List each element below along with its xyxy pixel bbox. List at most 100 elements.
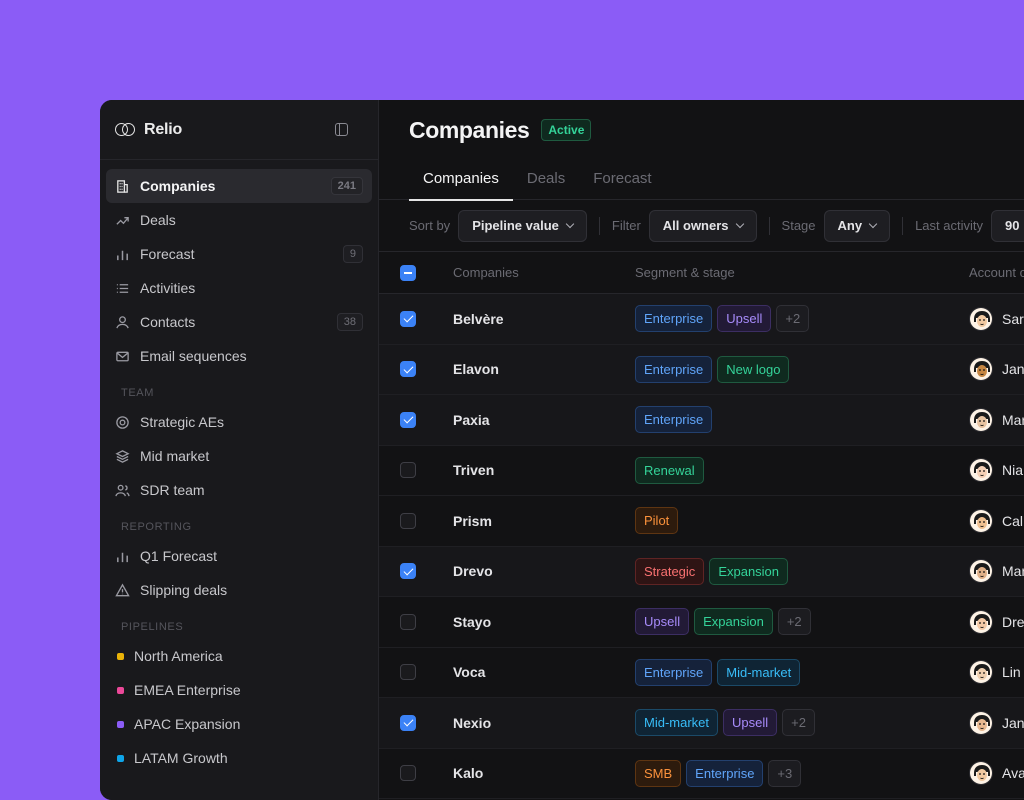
more-tags-badge: +2 — [776, 305, 810, 333]
sidebar-item-north-america[interactable]: North America — [106, 639, 372, 673]
segment-tag: Strategic — [635, 557, 705, 585]
stage-dropdown[interactable]: Any — [823, 209, 891, 242]
row-checkbox[interactable] — [400, 613, 416, 630]
segment-tag: Pilot — [635, 507, 679, 535]
sidebar-item-label: APAC Expansion — [134, 716, 241, 732]
segment-tag: Mid-market — [717, 658, 801, 686]
chevron-down-icon — [868, 219, 878, 229]
segment-tags: Enterprise Mid-market — [635, 658, 969, 686]
sidebar-collapse-icon[interactable] — [335, 123, 348, 136]
row-checkbox[interactable] — [400, 714, 416, 731]
tab-companies[interactable]: Companies — [409, 160, 513, 201]
sidebar-item-label: Q1 Forecast — [140, 548, 218, 564]
sidebar-item-companies[interactable]: Companies 241 — [106, 169, 372, 203]
segment-tags: Enterprise Upsell +2 — [635, 305, 969, 333]
sidebar-item-apac-expansion[interactable]: APAC Expansion — [106, 707, 372, 741]
table-row[interactable]: Belvère Enterprise Upsell +2 Sar — [379, 294, 1024, 345]
table-row[interactable]: Triven Renewal Nia — [379, 446, 1024, 496]
filter-label: Filter — [611, 218, 641, 233]
company-name[interactable]: Prism — [453, 513, 635, 529]
stage-value: Any — [837, 218, 863, 233]
sidebar-item-latam-growth[interactable]: LATAM Growth — [106, 741, 372, 775]
column-header-account-owner[interactable]: Account o — [969, 265, 1024, 280]
row-checkbox[interactable] — [400, 411, 416, 428]
sidebar-item-contacts[interactable]: Contacts 38 — [106, 305, 372, 339]
sidebar-item-q1-forecast[interactable]: Q1 Forecast — [106, 539, 372, 573]
table-row[interactable]: Drevo Strategic Expansion Mar — [379, 546, 1024, 597]
company-name[interactable]: Stayo — [453, 614, 635, 630]
sidebar-item-strategic-aes[interactable]: Strategic AEs — [106, 405, 372, 439]
sidebar-item-label: SDR team — [140, 482, 205, 498]
company-name[interactable]: Paxia — [453, 412, 635, 428]
company-name[interactable]: Voca — [453, 664, 635, 680]
sidebar-item-emea-enterprise[interactable]: EMEA Enterprise — [106, 673, 372, 707]
account-owner-name: Dre — [1002, 613, 1024, 630]
sort-value: Pipeline value — [472, 218, 559, 233]
sidebar-item-label: Forecast — [140, 246, 195, 262]
table-row[interactable]: Prism Pilot Cal — [379, 496, 1024, 547]
stage-label: Stage — [781, 218, 816, 233]
column-header-segment[interactable]: Segment & stage — [635, 265, 969, 280]
building-icon — [115, 179, 130, 194]
owner-filter-dropdown[interactable]: All owners — [648, 209, 757, 242]
segment-tag: Enterprise — [635, 406, 713, 434]
table-body: Belvère Enterprise Upsell +2 Sar Elavon Enterp… — [379, 294, 1024, 799]
segment-tag: Mid-market — [635, 709, 719, 737]
sidebar-item-mid-market[interactable]: Mid market — [106, 439, 372, 473]
tab-deals[interactable]: Deals — [513, 160, 579, 200]
table-row[interactable]: Kalo SMB Enterprise +3 Ava — [379, 749, 1024, 799]
column-header-companies[interactable]: Companies — [453, 265, 635, 280]
segment-tags: Upsell Expansion +2 — [635, 608, 969, 636]
table-row[interactable]: Voca Enterprise Mid-market Lin — [379, 648, 1024, 698]
segment-tag: Enterprise — [635, 305, 713, 333]
sidebar-item-label: Companies — [140, 178, 216, 194]
company-name[interactable]: Elavon — [453, 361, 635, 377]
sidebar-item-label: Strategic AEs — [140, 414, 225, 430]
table-row[interactable]: Nexio Mid-market Upsell +2 Jan — [379, 698, 1024, 749]
company-name[interactable]: Triven — [453, 462, 635, 478]
sidebar-item-label: Slipping deals — [140, 582, 228, 598]
tab-forecast[interactable]: Forecast — [579, 160, 665, 200]
table-row[interactable]: Paxia Enterprise Mar — [379, 395, 1024, 446]
last-activity-dropdown[interactable]: 90 — [991, 209, 1024, 242]
avatar — [969, 761, 993, 786]
select-all-checkbox[interactable] — [400, 264, 416, 281]
row-checkbox[interactable] — [400, 563, 416, 580]
row-checkbox[interactable] — [400, 664, 416, 681]
more-tags-badge: +2 — [777, 608, 811, 636]
company-name[interactable]: Nexio — [453, 715, 635, 731]
warning-icon — [115, 583, 130, 598]
chevron-down-icon — [735, 219, 744, 229]
table-row[interactable]: Elavon Enterprise New logo Jan — [379, 344, 1024, 395]
account-owner-name: Jan — [1002, 714, 1024, 731]
sidebar-item-sdr-team[interactable]: SDR team — [106, 473, 372, 507]
account-owner-name: Nia — [1002, 462, 1024, 479]
avatar — [969, 407, 993, 432]
segment-tags: Enterprise — [635, 406, 969, 434]
account-owner-name: Sar — [1002, 310, 1024, 327]
bar-chart-icon — [115, 247, 130, 262]
sort-dropdown[interactable]: Pipeline value — [458, 209, 587, 242]
table-row[interactable]: Stayo Upsell Expansion +2 Dre — [379, 597, 1024, 648]
sidebar-item-deals[interactable]: Deals — [106, 203, 372, 237]
company-name[interactable]: Belvère — [453, 311, 635, 327]
sidebar-item-forecast[interactable]: Forecast 9 — [106, 237, 372, 271]
segment-tag: New logo — [717, 355, 790, 383]
row-checkbox[interactable] — [400, 462, 416, 479]
sidebar-item-slipping-deals[interactable]: Slipping deals — [106, 573, 372, 607]
segment-tag: Upsell — [723, 709, 778, 737]
sidebar: Relio Companies 241 Deals Forecast 9 Activiti… — [100, 100, 379, 800]
sidebar-item-email-sequences[interactable]: Email sequences — [106, 339, 372, 373]
last-activity-value: 90 — [1005, 218, 1020, 233]
row-checkbox[interactable] — [400, 361, 416, 378]
row-checkbox[interactable] — [400, 512, 416, 529]
page-title: Companies — [409, 116, 530, 143]
segment-tag: Upsell — [635, 608, 690, 636]
pipeline-color-dot — [117, 686, 124, 694]
row-checkbox[interactable] — [400, 310, 416, 327]
sidebar-item-activities[interactable]: Activities — [106, 271, 372, 305]
company-name[interactable]: Drevo — [453, 563, 635, 579]
account-owner-name: Jan — [1002, 361, 1024, 378]
avatar — [969, 508, 993, 533]
trend-icon — [115, 213, 130, 228]
